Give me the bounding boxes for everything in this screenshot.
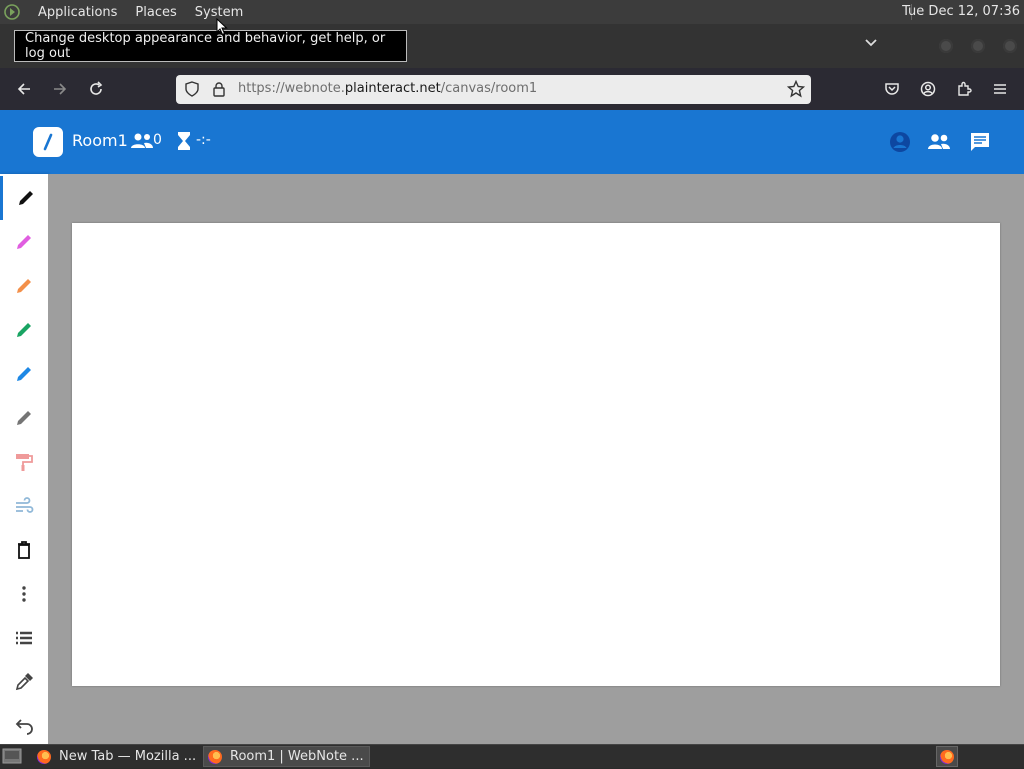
- maximize-button[interactable]: [971, 39, 985, 53]
- pencil-icon: [17, 411, 31, 425]
- firefox-icon: [208, 749, 222, 764]
- tool-pen-magenta[interactable]: [0, 220, 48, 264]
- menu-places[interactable]: Places: [131, 5, 180, 20]
- firefox-icon: [940, 749, 954, 764]
- extensions-icon[interactable]: [954, 79, 974, 99]
- tab-list-chevron-icon[interactable]: [864, 36, 878, 54]
- tool-list[interactable]: [0, 616, 48, 660]
- taskbar-item-label: Room1 | WebNote ...: [230, 749, 364, 764]
- more-vertical-icon: [22, 586, 26, 602]
- minimize-button[interactable]: [939, 39, 953, 53]
- system-menu-tooltip: Change desktop appearance and behavior, …: [14, 30, 407, 62]
- bookmark-star-icon[interactable]: [786, 79, 806, 102]
- trash-icon: [18, 541, 30, 559]
- tool-pen-gray[interactable]: [0, 396, 48, 440]
- top-panel: Applications Places System: [0, 0, 1024, 24]
- participants-count: 0: [153, 132, 162, 148]
- pocket-icon[interactable]: [882, 79, 902, 99]
- taskbar-item-room1[interactable]: Room1 | WebNote ...: [203, 746, 370, 767]
- forward-arrow-icon[interactable]: [50, 79, 70, 99]
- hourglass-icon: [177, 131, 191, 155]
- tool-wind[interactable]: [0, 484, 48, 528]
- participants-icon: [130, 132, 154, 154]
- url-domain: plainteract.net: [344, 81, 441, 96]
- reload-icon[interactable]: [86, 79, 106, 99]
- drawing-canvas[interactable]: [72, 223, 1000, 686]
- panel-clock[interactable]: Tue Dec 12, 07:36: [902, 4, 1020, 19]
- gnome-foot-icon[interactable]: [0, 0, 24, 24]
- taskbar-item-new-tab[interactable]: New Tab — Mozilla ...: [33, 746, 199, 767]
- tool-pen-green[interactable]: [0, 308, 48, 352]
- back-arrow-icon[interactable]: [14, 79, 34, 99]
- shield-icon[interactable]: [184, 81, 200, 101]
- firefox-icon: [37, 749, 51, 764]
- pencil-icon: [17, 323, 31, 337]
- menu-applications[interactable]: Applications: [34, 5, 121, 20]
- close-button[interactable]: [1003, 39, 1017, 53]
- pencil-icon: [18, 191, 33, 205]
- eyedropper-icon: [15, 673, 33, 691]
- lock-icon[interactable]: [212, 81, 226, 101]
- group-icon[interactable]: [927, 132, 951, 156]
- chat-icon[interactable]: [969, 131, 991, 157]
- hamburger-menu-icon[interactable]: [990, 79, 1010, 99]
- account-icon[interactable]: [918, 79, 938, 99]
- url-text: https://webnote.plainteract.net/canvas/r…: [238, 81, 537, 96]
- url-path: /canvas/room1: [440, 81, 538, 96]
- paint-roller-icon: [16, 454, 33, 471]
- tool-paint-roller[interactable]: [0, 440, 48, 484]
- pencil-icon: [17, 235, 31, 249]
- tool-eyedropper[interactable]: [0, 660, 48, 704]
- timer-text: -:-: [196, 132, 211, 148]
- taskbar-item-label: New Tab — Mozilla ...: [59, 749, 197, 764]
- tool-pen-black[interactable]: [0, 176, 48, 220]
- show-desktop-icon[interactable]: [2, 747, 22, 769]
- workspace-switcher-icon[interactable]: [936, 746, 958, 767]
- url-prefix: https://webnote.: [238, 81, 345, 96]
- tool-undo[interactable]: [0, 704, 48, 748]
- tool-pen-orange[interactable]: [0, 264, 48, 308]
- list-icon: [16, 631, 32, 645]
- tool-pen-blue[interactable]: [0, 352, 48, 396]
- room-title: Room1: [72, 131, 128, 150]
- webnote-logo-icon[interactable]: [33, 127, 63, 157]
- url-bar[interactable]: https://webnote.plainteract.net/canvas/r…: [176, 75, 811, 104]
- tool-sidebar: [0, 174, 48, 744]
- wind-icon: [16, 497, 34, 513]
- mouse-cursor-icon: [216, 18, 228, 36]
- user-account-icon[interactable]: [889, 131, 911, 157]
- tool-delete[interactable]: [0, 528, 48, 572]
- pencil-icon: [17, 367, 31, 381]
- undo-icon: [15, 719, 33, 735]
- tool-more[interactable]: [0, 572, 48, 616]
- pencil-icon: [17, 279, 31, 293]
